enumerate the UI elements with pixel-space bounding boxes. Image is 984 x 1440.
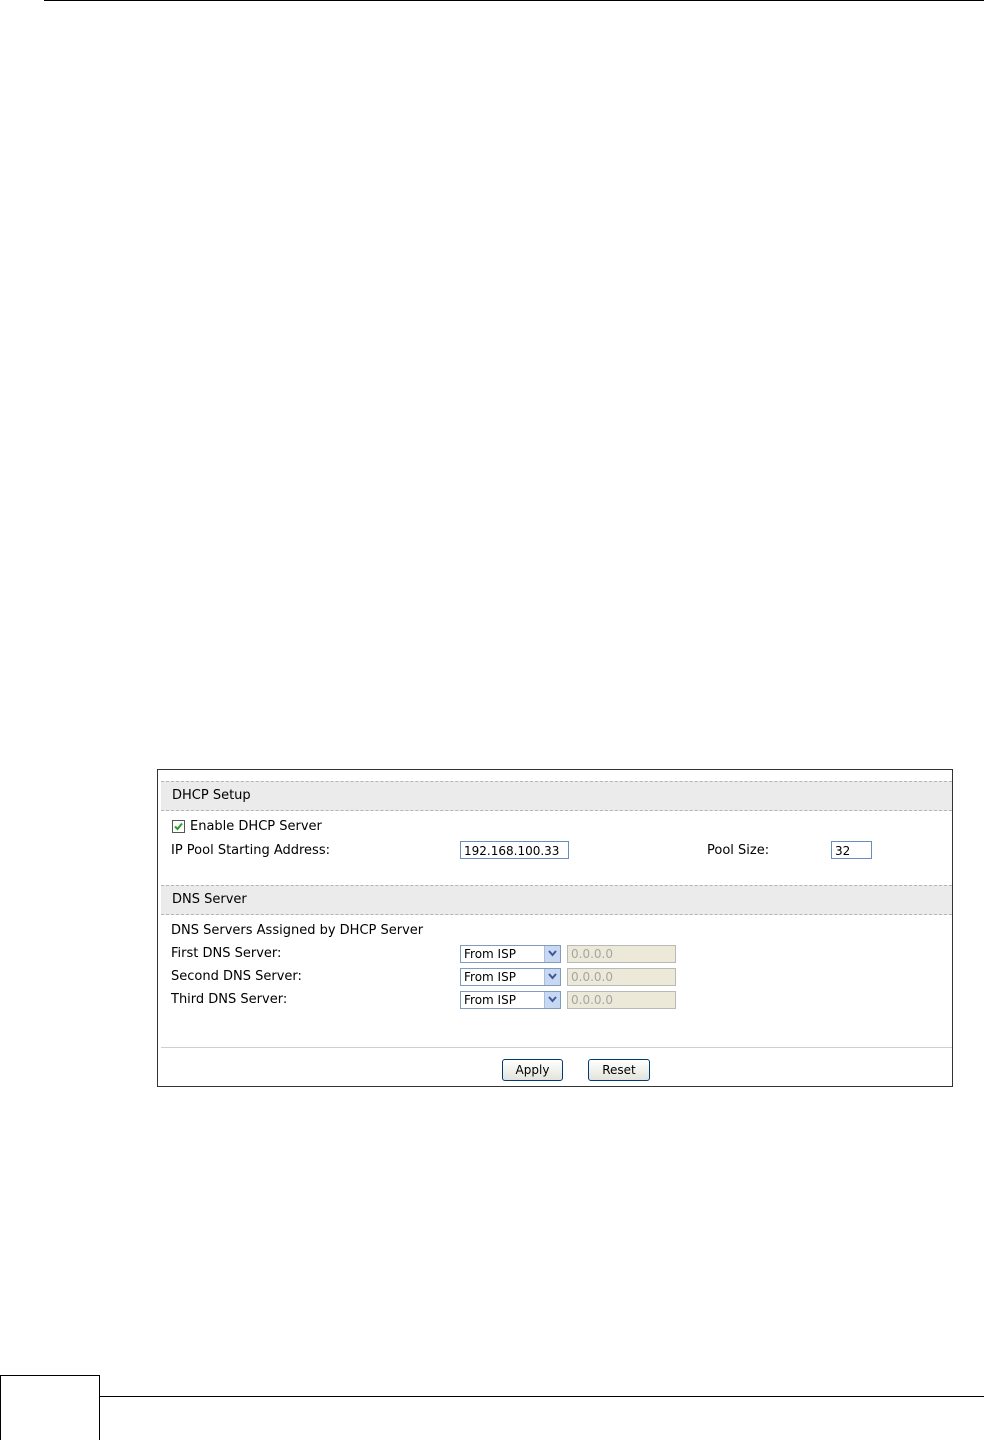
- third-dns-dropdown-arrow[interactable]: [544, 992, 560, 1008]
- panel-footer-divider: [161, 1047, 952, 1048]
- chevron-down-icon: [548, 973, 557, 980]
- third-dns-label: Third DNS Server:: [171, 992, 288, 1007]
- first-dns-mode-select[interactable]: From ISP: [460, 945, 561, 963]
- third-dns-mode-select[interactable]: From ISP: [460, 991, 561, 1009]
- dhcp-setup-header: DHCP Setup: [161, 781, 952, 811]
- page-top-rule: [44, 0, 984, 1]
- reset-button[interactable]: Reset: [588, 1059, 650, 1081]
- ip-pool-label: IP Pool Starting Address:: [171, 843, 330, 858]
- apply-button[interactable]: Apply: [502, 1059, 563, 1081]
- first-dns-mode-value: From ISP: [464, 947, 516, 961]
- chevron-down-icon: [548, 950, 557, 957]
- second-dns-mode-select[interactable]: From ISP: [460, 968, 561, 986]
- page-number-box: [0, 1375, 100, 1440]
- page-footer-rule: [100, 1396, 984, 1397]
- second-dns-dropdown-arrow[interactable]: [544, 969, 560, 985]
- ip-pool-start-input[interactable]: 192.168.100.33: [460, 841, 569, 859]
- enable-dhcp-label: Enable DHCP Server: [190, 819, 322, 834]
- dhcp-settings-panel: DHCP Setup Enable DHCP Server IP Pool St…: [157, 769, 953, 1087]
- first-dns-label: First DNS Server:: [171, 946, 282, 961]
- third-dns-address-input: 0.0.0.0: [567, 991, 676, 1009]
- dns-assigned-label: DNS Servers Assigned by DHCP Server: [171, 923, 424, 938]
- second-dns-label: Second DNS Server:: [171, 969, 302, 984]
- pool-size-input[interactable]: 32: [831, 841, 872, 859]
- dns-server-header: DNS Server: [161, 885, 952, 915]
- enable-dhcp-checkbox[interactable]: [172, 820, 185, 833]
- first-dns-dropdown-arrow[interactable]: [544, 946, 560, 962]
- third-dns-mode-value: From ISP: [464, 993, 516, 1007]
- second-dns-address-input: 0.0.0.0: [567, 968, 676, 986]
- check-icon: [174, 822, 183, 831]
- chevron-down-icon: [548, 996, 557, 1003]
- pool-size-label: Pool Size:: [707, 843, 770, 858]
- second-dns-mode-value: From ISP: [464, 970, 516, 984]
- first-dns-address-input: 0.0.0.0: [567, 945, 676, 963]
